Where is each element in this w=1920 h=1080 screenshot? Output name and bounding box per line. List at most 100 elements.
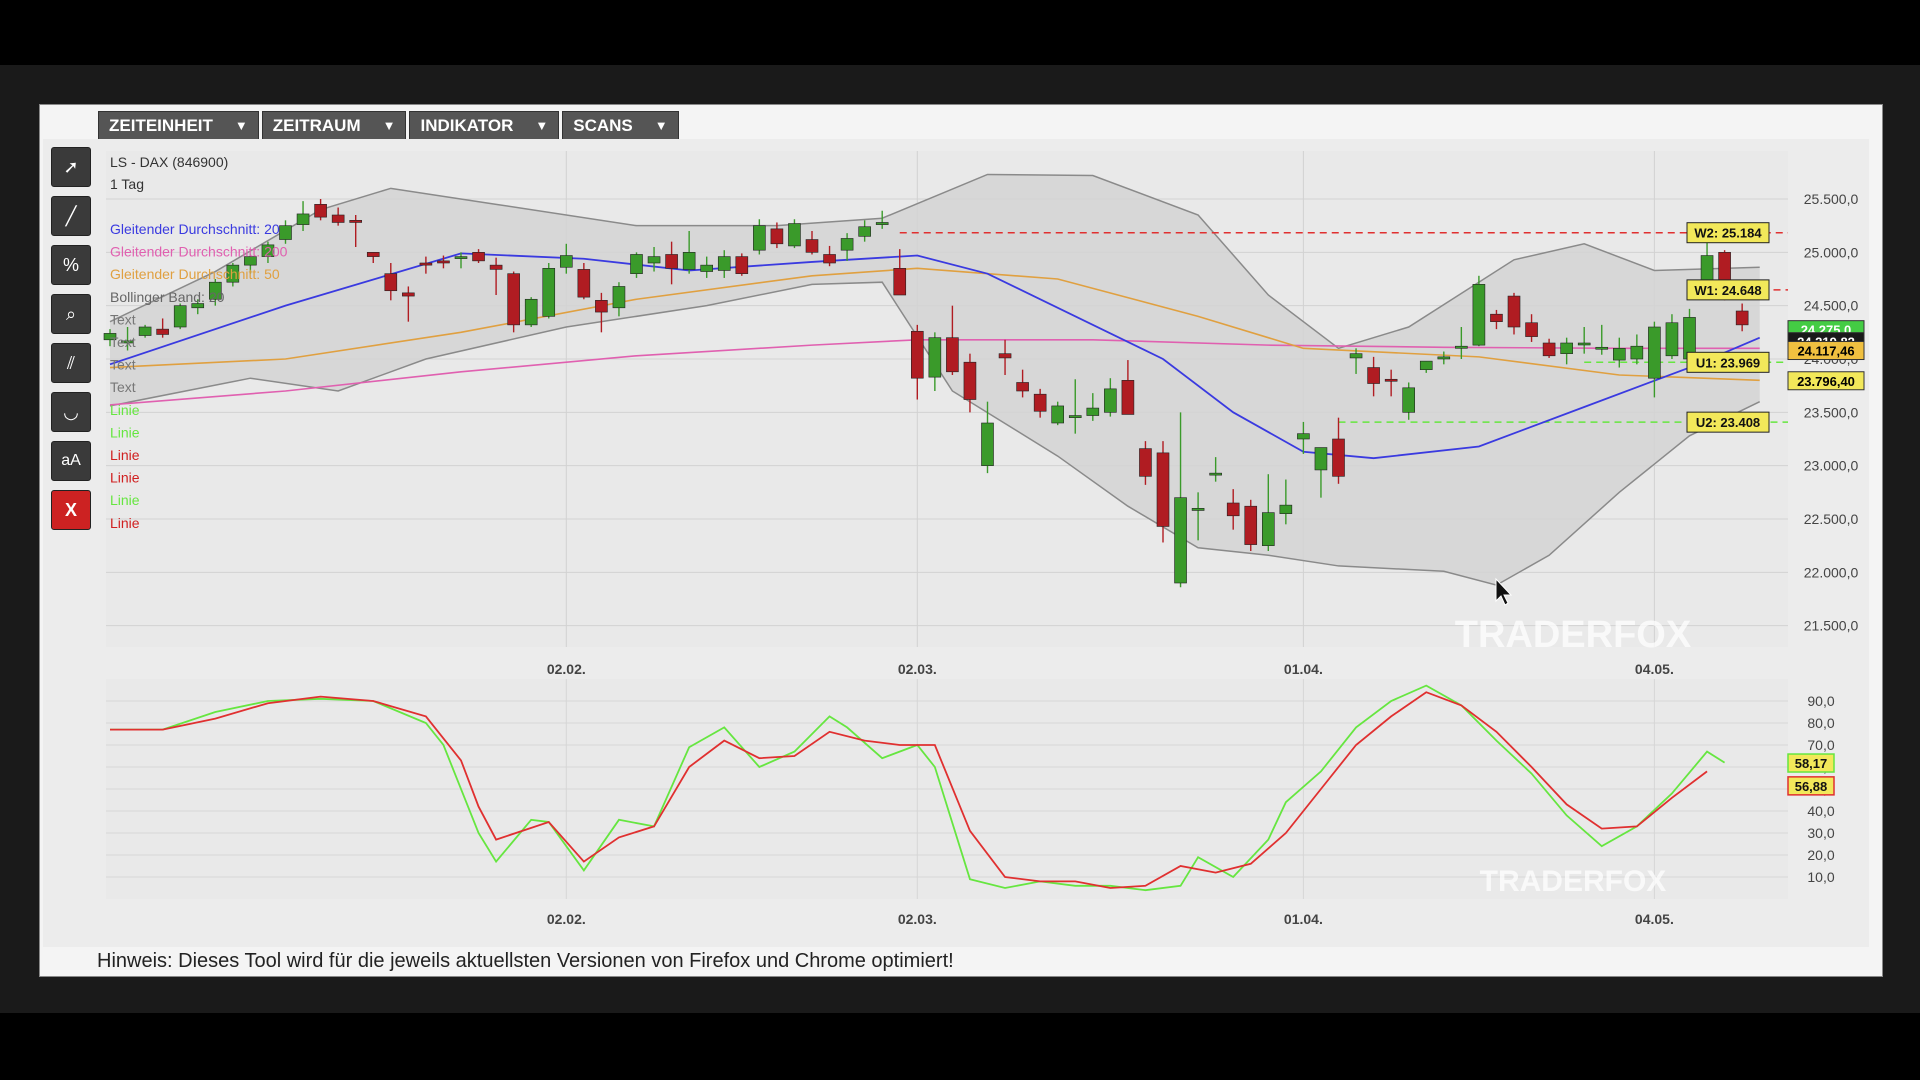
candle [788,219,801,249]
y-tick-label: 21.500,0 [1804,618,1859,634]
arc-tool-icon[interactable]: ◡ [51,392,91,432]
candle-body [419,262,433,266]
candle-body [384,273,398,292]
candle-body [840,238,854,251]
candle-body [858,226,871,237]
candle-body [1595,346,1609,350]
candle-body [472,252,485,262]
candle-body [770,228,784,245]
candle-body [577,269,591,298]
delete-icon[interactable]: X [51,490,91,530]
chart-svg[interactable]: 21.500,0 22.000,0 22.500,0 23.000,0 23.500,0… [43,139,1869,947]
dropdown-arrow-icon: ▼ [654,118,668,133]
y-tick-label: 30,0 [1807,825,1834,841]
candle-body [1735,310,1749,326]
x-tick-label: 01.04. [1284,661,1323,677]
candle-body [998,353,1012,359]
candle-body [366,252,380,257]
candle-body [1419,360,1433,370]
candle-body [1314,447,1328,471]
candle [542,263,556,319]
candle-body [1542,342,1556,357]
menu-indikator[interactable]: INDIKATOR ▼ [409,111,560,141]
candle-body [595,300,608,313]
menu-label: SCANS [573,116,633,135]
candle-body [1402,387,1415,413]
candle-body [138,326,152,336]
x-tick-label: 02.03. [898,661,937,677]
candle-body [1104,388,1117,413]
candle [1244,499,1258,551]
candle-body [1577,342,1591,346]
menu-label: ZEITEINHEIT [109,116,213,135]
candle-body [1068,415,1082,418]
y-tick-label: 25.000,0 [1804,244,1859,260]
y-tick-label: 23.500,0 [1804,404,1859,420]
chart-area[interactable]: 21.500,0 22.000,0 22.500,0 23.000,0 23.500,0… [43,139,1869,947]
legend-entry: Linie [110,424,140,440]
candle-body [805,239,819,253]
menu-scans[interactable]: SCANS ▼ [562,111,679,141]
y-tick-label: 22.000,0 [1804,564,1859,580]
legend-entry: Text [110,379,136,395]
menu-zeiteinheit[interactable]: ZEITEINHEIT ▼ [98,111,259,141]
oscillator-tag-text: 56,88 [1795,779,1828,794]
level-label: U1: 23.969 [1686,351,1770,373]
candle-body [507,273,520,326]
candle-body [893,268,907,296]
parallel-lines-icon[interactable]: ⫽ [51,343,91,383]
candle-body [542,268,556,317]
candle-body [1209,472,1222,476]
candle-body [630,254,643,274]
candle-body [454,256,468,259]
price-tag: 24.117,46 [1787,341,1865,361]
legend-entry: Bollinger Band: 20 [110,289,225,305]
candle-body [1613,348,1626,361]
chart-title: LS - DAX (846900) [110,154,228,170]
y-tick-label: 10,0 [1807,869,1834,885]
x-tick-label: 04.05. [1635,911,1674,927]
menu-zeitraum[interactable]: ZEITRAUM ▼ [261,111,407,141]
candle-body [1349,353,1363,359]
price-tag-text: 24.117,46 [1797,344,1854,359]
level-label-text: W2: 25.184 [1694,226,1762,241]
candle-body [437,260,450,264]
candle-body [682,252,696,270]
menu-label: INDIKATOR [420,116,514,135]
watermark-logo: TRADERFOX [1480,865,1667,898]
candle-body [1051,405,1065,424]
legend-entry: Linie [110,402,140,418]
cursor-arrow-icon[interactable]: ➚ [51,147,91,187]
line-tool-icon[interactable]: ╱ [51,196,91,236]
candle-body [331,214,345,223]
oscillator-value-tag: 56,88 [1787,776,1835,796]
candle [524,297,538,327]
candle-body [1139,448,1152,477]
x-tick-label: 02.02. [547,661,586,677]
candle-body [156,328,169,335]
candle-body [279,225,292,240]
candle-body [1297,433,1310,440]
drawing-tools: ➚ ╱ % ⌕ ⫽ ◡ aA X [46,139,92,947]
zoom-icon[interactable]: ⌕ [51,294,91,334]
candle-body [1525,322,1538,337]
browser-hint: Hinweis: Dieses Tool wird für die jeweil… [97,950,954,972]
candle-body [1332,438,1345,477]
candle-body [1490,313,1503,322]
candle-body [402,292,415,297]
text-tool-icon[interactable]: aA [51,441,91,481]
candle-body [700,264,714,272]
chart-subtitle: 1 Tag [110,176,144,192]
legend-entry: Text [110,334,136,350]
legend-entry: Text [110,311,136,327]
watermark-logo: TRADERFOX [1455,614,1692,656]
candle-body [612,286,626,309]
candle-body [735,256,749,274]
candle-body [349,220,363,223]
candle-body [1560,342,1573,354]
y-tick-label: 24.500,0 [1804,298,1859,314]
y-tick-label: 25.500,0 [1804,191,1859,207]
y-tick-label: 20,0 [1807,847,1834,863]
level-label-text: W1: 24.648 [1694,283,1761,298]
percent-tool-icon[interactable]: % [51,245,91,285]
